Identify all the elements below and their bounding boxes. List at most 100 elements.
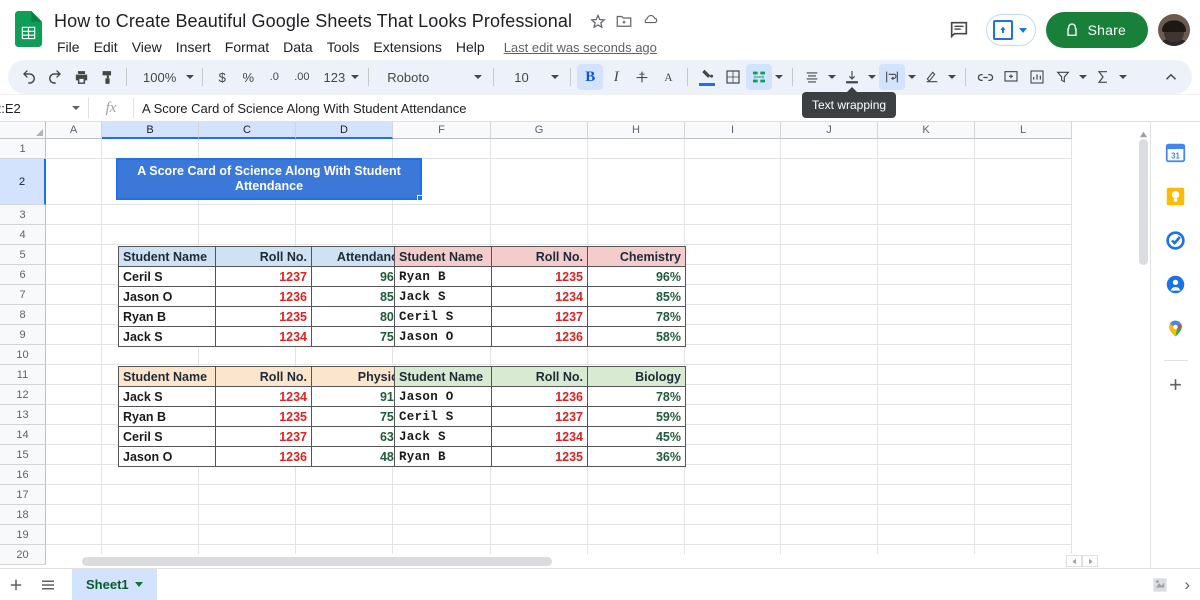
vertical-scroll-thumb[interactable] (1139, 139, 1148, 265)
explore-icon[interactable] (1146, 571, 1174, 599)
percent-format-button[interactable]: % (235, 64, 261, 90)
roll-no-cell[interactable]: 1235 (491, 266, 588, 287)
table-header-cell[interactable]: Roll No. (215, 246, 312, 267)
table-row[interactable]: Jack S 1234 91% (118, 386, 410, 407)
student-name-cell[interactable]: Jason O (394, 386, 492, 407)
column-header-c[interactable]: C (199, 122, 296, 139)
google-calendar-icon[interactable]: 31 (1158, 130, 1194, 174)
data-table-chemistry[interactable]: Student Name Roll No. Chemistry Ryan B 1235 9… (394, 246, 686, 347)
functions-icon[interactable] (1090, 64, 1116, 90)
score-cell[interactable]: 78% (587, 306, 686, 327)
font-family-selector[interactable]: Roboto (375, 64, 487, 90)
chevron-down-icon[interactable] (134, 582, 143, 587)
print-icon[interactable] (68, 64, 94, 90)
table-row[interactable]: Jason O 1236 85% (118, 286, 410, 307)
student-name-cell[interactable]: Ryan B (394, 446, 492, 467)
student-name-cell[interactable]: Ryan B (394, 266, 492, 287)
insert-comment-icon[interactable] (998, 64, 1024, 90)
text-color-icon[interactable]: A (655, 64, 681, 90)
table-row[interactable]: Ceril S 1237 59% (394, 406, 686, 427)
roll-no-cell[interactable]: 1237 (491, 306, 588, 327)
last-edit-status[interactable]: Last edit was seconds ago (504, 40, 657, 55)
row-header-15[interactable]: 15 (0, 445, 46, 465)
row-header-6[interactable]: 6 (0, 265, 46, 285)
row-header-19[interactable]: 19 (0, 525, 46, 545)
table-header-cell[interactable]: Student Name (394, 246, 492, 267)
insert-link-icon[interactable] (972, 64, 998, 90)
formula-input[interactable]: A Score Card of Science Along With Stude… (134, 101, 1200, 116)
present-button[interactable] (985, 14, 1036, 46)
data-table-biology[interactable]: Student Name Roll No. Biology Jason O 1236 78… (394, 366, 686, 467)
horizontal-scroll-thumb[interactable] (82, 557, 552, 566)
all-sheets-icon[interactable] (32, 569, 64, 600)
google-tasks-icon[interactable] (1158, 218, 1194, 262)
add-addon-button[interactable]: + (1158, 367, 1194, 403)
roll-no-cell[interactable]: 1236 (491, 326, 588, 347)
cloud-saved-icon[interactable] (638, 9, 662, 33)
student-name-cell[interactable]: Jack S (118, 326, 216, 347)
student-name-cell[interactable]: Ryan B (118, 406, 216, 427)
table-row[interactable]: Jason O 1236 48% (118, 446, 410, 467)
roll-no-cell[interactable]: 1237 (215, 266, 312, 287)
table-header-cell[interactable]: Student Name (118, 246, 216, 267)
roll-no-cell[interactable]: 1234 (215, 386, 312, 407)
student-name-cell[interactable]: Ceril S (118, 426, 216, 447)
row-header-17[interactable]: 17 (0, 485, 46, 505)
increase-decimal-button[interactable]: .00 (287, 64, 316, 90)
student-name-cell[interactable]: Jack S (394, 426, 492, 447)
column-header-b[interactable]: B (102, 122, 199, 139)
roll-no-cell[interactable]: 1237 (491, 406, 588, 427)
roll-no-cell[interactable]: 1236 (215, 286, 312, 307)
text-wrapping-icon[interactable] (879, 64, 906, 90)
student-name-cell[interactable]: Jack S (394, 286, 492, 307)
currency-format-button[interactable]: $ (209, 64, 235, 90)
table-header-cell[interactable]: Chemistry (587, 246, 686, 267)
row-header-12[interactable]: 12 (0, 385, 46, 405)
table-header-cell[interactable]: Biology (587, 366, 686, 387)
google-keep-icon[interactable] (1158, 174, 1194, 218)
chevron-down-icon[interactable] (72, 106, 80, 110)
data-table-attendance[interactable]: Student Name Roll No. Attendance Ceril S 123… (118, 246, 410, 347)
rotation-dropdown-caret-icon[interactable] (945, 64, 959, 90)
name-box[interactable]: 2:E2 (0, 94, 88, 122)
scroll-left-button[interactable] (1066, 555, 1082, 567)
menu-insert[interactable]: Insert (169, 37, 218, 57)
horizontal-scrollbar[interactable] (46, 554, 1052, 568)
row-header-5[interactable]: 5 (0, 245, 46, 265)
select-all-corner[interactable] (0, 122, 46, 139)
title-banner-cell[interactable]: A Score Card of Science Along With Stude… (118, 160, 423, 201)
column-header-a[interactable]: A (46, 122, 102, 139)
star-icon[interactable] (586, 9, 610, 33)
table-row[interactable]: Ceril S 1237 78% (394, 306, 686, 327)
undo-icon[interactable] (16, 64, 42, 90)
student-name-cell[interactable]: Jason O (394, 326, 492, 347)
row-header-10[interactable]: 10 (0, 345, 46, 365)
text-rotation-icon[interactable] (919, 64, 945, 90)
vertical-scrollbar[interactable] (1136, 131, 1150, 554)
scroll-right-button[interactable] (1082, 555, 1098, 567)
score-cell[interactable]: 58% (587, 326, 686, 347)
row-header-3[interactable]: 3 (0, 205, 46, 225)
fill-handle[interactable] (417, 195, 423, 201)
row-header-7[interactable]: 7 (0, 285, 46, 305)
menu-extensions[interactable]: Extensions (366, 37, 448, 57)
table-row[interactable]: Ryan B 1235 96% (394, 266, 686, 287)
menu-data[interactable]: Data (276, 37, 320, 57)
column-header-h[interactable]: H (588, 122, 685, 139)
table-row[interactable]: Ceril S 1237 96% (118, 266, 410, 287)
row-header-2[interactable]: 2 (0, 159, 46, 205)
table-row[interactable]: Ceril S 1237 63% (118, 426, 410, 447)
column-header-l[interactable]: L (975, 122, 1072, 139)
number-format-selector[interactable]: 123 (317, 64, 363, 90)
insert-chart-icon[interactable] (1024, 64, 1050, 90)
spreadsheet-grid[interactable]: ABCDFGHIJKL 1 2 3 4 5 6 7 8 9 10 11 12 13 14 15 16 17 18 1… (0, 122, 1150, 568)
menu-view[interactable]: View (125, 37, 169, 57)
halign-dropdown-caret-icon[interactable] (825, 64, 839, 90)
google-contacts-icon[interactable] (1158, 262, 1194, 306)
table-row[interactable]: Ryan B 1235 80% (118, 306, 410, 327)
table-row[interactable]: Jack S 1234 85% (394, 286, 686, 307)
move-to-folder-icon[interactable] (612, 9, 636, 33)
student-name-cell[interactable]: Ceril S (118, 266, 216, 287)
score-cell[interactable]: 85% (587, 286, 686, 307)
score-cell[interactable]: 78% (587, 386, 686, 407)
